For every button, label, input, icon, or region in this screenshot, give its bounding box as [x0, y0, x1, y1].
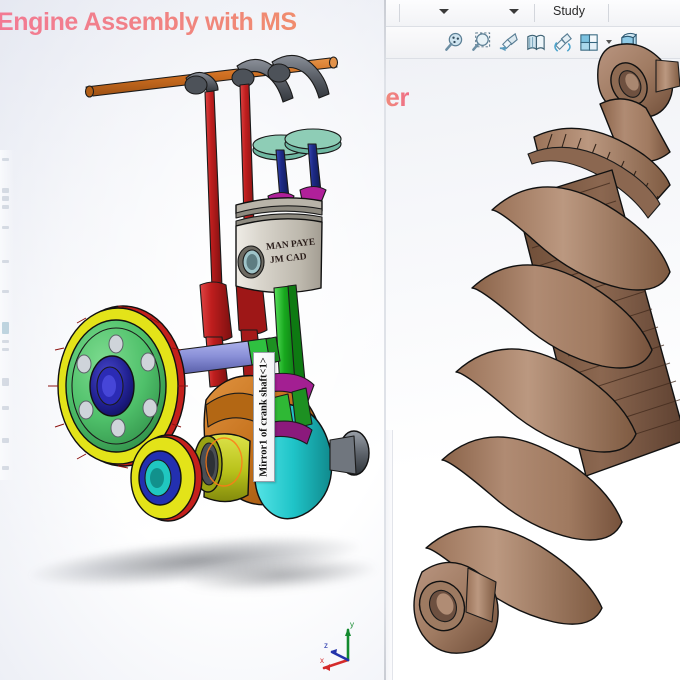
crankshaft-assembly	[193, 372, 370, 520]
screenshot-root: MAN PAYE JM CAD Mirror1 of crank shaft<1…	[0, 0, 680, 680]
connecting-rod-part	[273, 284, 306, 388]
page-title: Engine Assembly with MS	[0, 8, 297, 37]
timing-gear-small	[130, 434, 203, 522]
coordinate-triad: x y z	[320, 620, 354, 671]
shock-absorber-model[interactable]	[386, 0, 680, 680]
triad-x-label: x	[320, 656, 324, 665]
engine-assembly-viewport[interactable]: MAN PAYE JM CAD Mirror1 of crank shaft<1…	[0, 0, 385, 680]
feature-callout-text: Mirror1 of crank shaft<1>	[258, 357, 270, 477]
valve-train-part	[252, 128, 342, 210]
shock-bottom-eyelet	[413, 561, 499, 654]
engine-assembly-model[interactable]	[0, 0, 385, 680]
feature-callout-label[interactable]: Mirror1 of crank shaft<1>	[253, 352, 275, 482]
shock-absorber-viewport[interactable]: Study er	[386, 0, 680, 680]
triad-z-label: z	[324, 641, 328, 650]
triad-y-label: y	[350, 620, 354, 629]
